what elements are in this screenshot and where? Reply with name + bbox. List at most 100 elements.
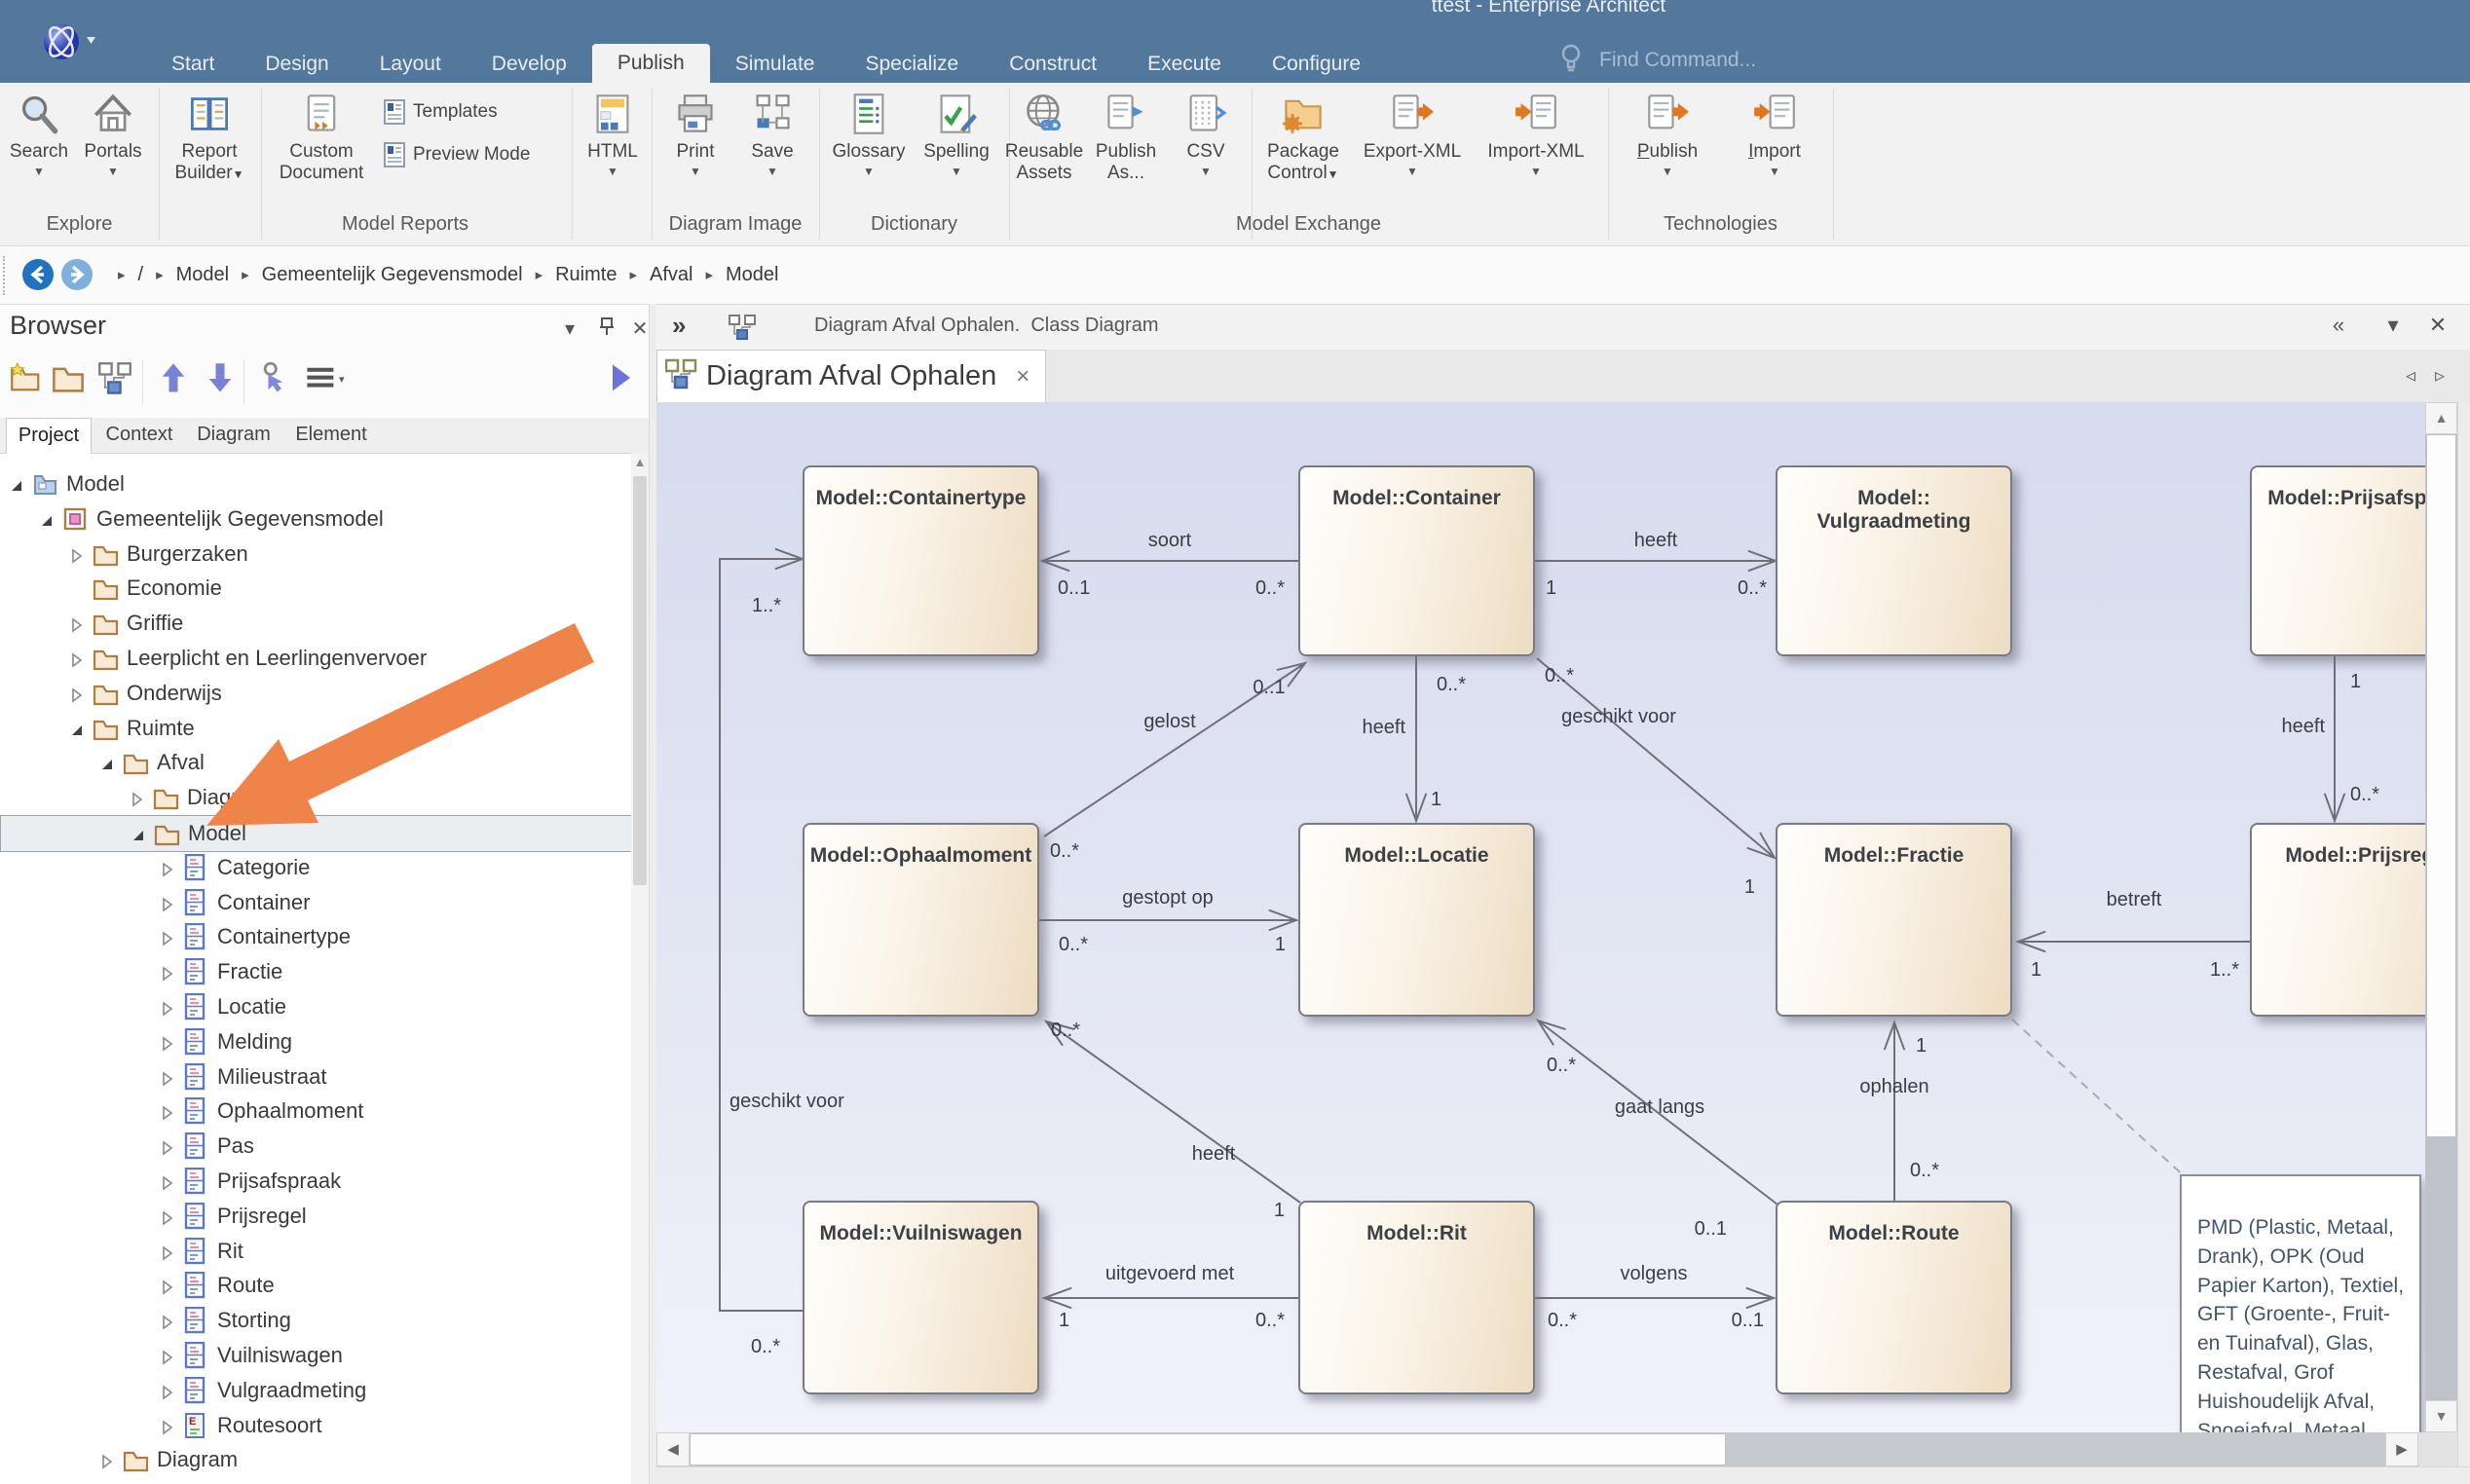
ribbon-tab-configure[interactable]: Configure xyxy=(1247,46,1386,83)
tree-collapsed-icon[interactable] xyxy=(159,1137,176,1155)
tree-item-locatie[interactable]: Locatie xyxy=(0,989,631,1024)
move-up-icon[interactable] xyxy=(156,361,195,400)
tree-item-diagram[interactable]: Diagram xyxy=(0,780,631,815)
tree-item-container[interactable]: Container xyxy=(0,885,631,920)
diagram-horizontal-scrollbar[interactable]: ◀ ▶ xyxy=(656,1432,2418,1466)
tree-item-gemeentelijk-gegevensmodel[interactable]: Gemeentelijk Gegevensmodel xyxy=(0,501,631,537)
forward-icon[interactable] xyxy=(604,361,643,400)
tree-item-milieustraat[interactable]: Milieustraat xyxy=(0,1059,631,1094)
breadcrumb-item[interactable]: Ruimte xyxy=(555,264,617,286)
tree-collapsed-icon[interactable] xyxy=(159,1382,176,1399)
ribbon-tab-publish[interactable]: Publish xyxy=(592,44,710,83)
search-button[interactable]: Search▼ xyxy=(8,91,70,177)
print-button[interactable]: Print▼ xyxy=(658,91,732,177)
publish-as-button[interactable]: PublishAs... xyxy=(1089,91,1163,184)
tree-item-route[interactable]: Route xyxy=(0,1268,631,1303)
tree-item-model[interactable]: Model xyxy=(0,815,631,852)
ribbon-tab-start[interactable]: Start xyxy=(146,46,240,83)
reusable-assets-button[interactable]: ReusableAssets xyxy=(999,91,1089,184)
find-command-box[interactable]: Find Command... xyxy=(1554,41,1756,80)
tab-scroll-right-icon[interactable]: ▹ xyxy=(2435,363,2445,388)
tree-collapsed-icon[interactable] xyxy=(68,614,86,632)
class-prijsregel[interactable]: Model::Prijsregel xyxy=(2250,823,2425,1017)
chevron-down-icon[interactable]: ▾ xyxy=(2378,313,2408,338)
tree-expanded-icon[interactable] xyxy=(98,754,116,771)
scroll-up-icon[interactable]: ▲ xyxy=(2425,402,2457,434)
tree-item-containertype[interactable]: Containertype xyxy=(0,919,631,954)
package-control-button[interactable]: PackageControl▼ xyxy=(1256,91,1350,185)
tree-item-vuilniswagen[interactable]: Vuilniswagen xyxy=(0,1338,631,1373)
tree-item-diagram[interactable]: Diagram xyxy=(0,1442,631,1477)
tree-item-model[interactable]: Model xyxy=(0,466,631,501)
tree-item-onderwijs[interactable]: Onderwijs xyxy=(0,676,631,711)
tree-collapsed-icon[interactable] xyxy=(159,1033,176,1051)
horizontal-scroll-thumb[interactable] xyxy=(690,1433,1726,1465)
tree-collapsed-icon[interactable] xyxy=(159,963,176,981)
tree-scroll-thumb[interactable] xyxy=(633,476,647,885)
scroll-down-icon[interactable]: ▼ xyxy=(2425,1400,2457,1432)
tree-expanded-icon[interactable] xyxy=(8,475,25,493)
tab-close-icon[interactable]: × xyxy=(1016,363,1029,390)
class-containertype[interactable]: Model::Containertype xyxy=(803,465,1039,656)
close-icon[interactable]: ✕ xyxy=(627,316,649,341)
tree-item-model-generate[interactable]: Model Generate xyxy=(0,1477,631,1484)
ribbon-tab-simulate[interactable]: Simulate xyxy=(710,46,841,83)
tree-item-categorie[interactable]: Categorie xyxy=(0,850,631,885)
tree-collapsed-icon[interactable] xyxy=(159,928,176,946)
tree-collapsed-icon[interactable] xyxy=(159,1347,176,1364)
portals-button[interactable]: Portals▼ xyxy=(82,91,144,177)
tree-item-rit[interactable]: Rit xyxy=(0,1234,631,1269)
pin-icon[interactable] xyxy=(594,316,619,342)
ribbon-tab-specialize[interactable]: Specialize xyxy=(840,46,984,83)
close-icon[interactable]: ✕ xyxy=(2423,313,2452,338)
tree-collapsed-icon[interactable] xyxy=(159,894,176,911)
browser-tab-element[interactable]: Element xyxy=(286,418,376,452)
tree-collapsed-icon[interactable] xyxy=(159,1207,176,1225)
move-down-icon[interactable] xyxy=(203,361,242,400)
vertical-scroll-thumb[interactable] xyxy=(2426,434,2456,1137)
breadcrumb-item[interactable]: / xyxy=(138,264,144,286)
diagram-view-icon[interactable] xyxy=(97,361,136,400)
tree-item-afval[interactable]: Afval xyxy=(0,745,631,780)
scroll-left-icon[interactable]: ◀ xyxy=(656,1432,690,1466)
tree-item-melding[interactable]: Melding xyxy=(0,1024,631,1059)
tree-item-burgerzaken[interactable]: Burgerzaken xyxy=(0,537,631,572)
preview-mode-button[interactable]: Preview Mode xyxy=(382,133,573,176)
browser-tab-diagram[interactable]: Diagram xyxy=(189,418,279,452)
spelling-button[interactable]: Spelling▼ xyxy=(914,91,999,177)
publish-button[interactable]: Publish▼ xyxy=(1619,91,1716,177)
ribbon-tab-design[interactable]: Design xyxy=(240,46,354,83)
class-rit[interactable]: Model::Rit xyxy=(1298,1201,1535,1394)
class-vulgraadmeting[interactable]: Model:: Vulgraadmeting xyxy=(1776,465,2012,656)
folder-icon[interactable] xyxy=(51,361,90,400)
html-button[interactable]: HTML▼ xyxy=(579,91,647,177)
expand-panel-icon[interactable]: » xyxy=(672,311,686,341)
tree-item-leerplicht-en-leerlingenvervoer[interactable]: Leerplicht en Leerlingenvervoer xyxy=(0,641,631,676)
class-fractie[interactable]: Model::Fractie xyxy=(1776,823,2012,1017)
save-button[interactable]: Save▼ xyxy=(736,91,808,177)
back-button[interactable] xyxy=(21,258,55,291)
tree-collapsed-icon[interactable] xyxy=(98,1451,116,1468)
chevron-down-icon[interactable]: ▾ xyxy=(557,316,582,341)
edge-geschikt-voor-vuilniswagen-containertype[interactable] xyxy=(720,559,803,1311)
tree-collapsed-icon[interactable] xyxy=(68,685,86,702)
browser-tab-context[interactable]: Context xyxy=(97,418,181,452)
import-button[interactable]: Import▼ xyxy=(1726,91,1823,177)
import-xml-button[interactable]: Import-XML▼ xyxy=(1477,91,1595,177)
forward-button[interactable] xyxy=(60,258,94,291)
collapse-left-icon[interactable]: « xyxy=(2324,313,2353,338)
tree-collapsed-icon[interactable] xyxy=(159,1102,176,1120)
diagram-vertical-scrollbar[interactable]: ▲ ▼ xyxy=(2425,402,2457,1432)
tree-expanded-icon[interactable] xyxy=(68,720,86,737)
tree-item-ruimte[interactable]: Ruimte xyxy=(0,711,631,746)
tree-item-prijsregel[interactable]: Prijsregel xyxy=(0,1199,631,1234)
glossary-button[interactable]: Glossary▼ xyxy=(826,91,912,177)
tree-item-griffie[interactable]: Griffie xyxy=(0,606,631,641)
edge-note-link[interactable] xyxy=(2012,1020,2188,1179)
export-xml-button[interactable]: Export-XML▼ xyxy=(1354,91,1471,177)
class-locatie[interactable]: Model::Locatie xyxy=(1298,823,1535,1017)
scroll-up-icon[interactable]: ▲ xyxy=(631,453,649,472)
tree-item-ophaalmoment[interactable]: Ophaalmoment xyxy=(0,1094,631,1129)
class-vuilniswagen[interactable]: Model::Vuilniswagen xyxy=(803,1201,1039,1394)
locate-icon[interactable] xyxy=(255,361,294,400)
